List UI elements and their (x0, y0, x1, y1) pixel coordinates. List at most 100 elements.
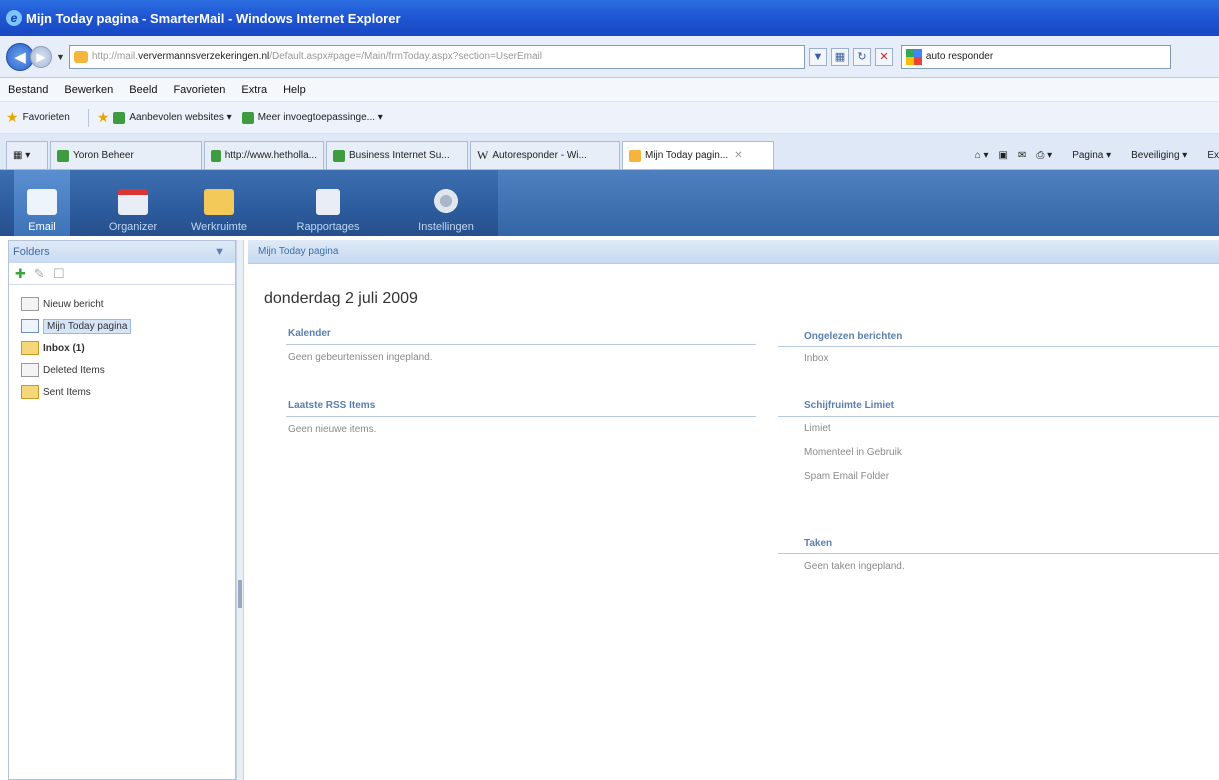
tab-autoresponder[interactable]: W Autoresponder - Wi... (470, 141, 620, 169)
inbox-icon (21, 341, 39, 355)
menu-bewerken[interactable]: Bewerken (64, 84, 113, 96)
mail-icon[interactable]: ✉ (1018, 150, 1026, 161)
splitter-grip[interactable] (238, 580, 242, 608)
kalender-row: Geen gebeurtenissen ingepland. (288, 352, 433, 363)
folder-inbox[interactable]: Inbox (1) (9, 337, 235, 359)
fav-aanbevolen-websites[interactable]: Aanbevolen websites ▾ (113, 111, 232, 124)
ie-page-icon (113, 111, 126, 124)
rss-row: Geen nieuwe items. (288, 424, 377, 435)
google-search-icon (905, 48, 922, 65)
folders-header: Folders ▼ (9, 241, 235, 263)
main-header: Mijn Today pagina (248, 240, 1219, 264)
tab-business-internet[interactable]: Business Internet Su... (326, 141, 468, 169)
security-menu[interactable]: Beveiliging ▾ (1121, 150, 1187, 161)
add-favorite-icon[interactable]: ★ (97, 109, 110, 126)
site-favicon-icon (73, 50, 88, 63)
tab-hetholla[interactable]: http://www.hetholla... (204, 141, 324, 169)
history-dropdown-icon[interactable]: ▼ (56, 52, 65, 62)
nav-werkruimte-label: Werkruimte (190, 221, 248, 233)
fav-meer-invoegtoepassingen[interactable]: Meer invoegtoepassinge... ▾ (241, 111, 383, 124)
nav-email[interactable]: Email (14, 170, 70, 236)
home-icon[interactable]: ⌂ ▾ (975, 150, 989, 161)
window-titlebar: e Mijn Today pagina - SmarterMail - Wind… (0, 0, 1219, 36)
section-divider (778, 553, 1219, 554)
page-menu-label: Pagina (1072, 149, 1104, 161)
page-menu[interactable]: Pagina ▾ (1062, 150, 1111, 161)
folders-panel: Folders ▼ ✚ ✎ ☐ Nieuw bericht Mijn Today… (8, 240, 236, 780)
envelope-icon (27, 189, 57, 215)
print-icon[interactable]: ⎙ ▾ (1036, 150, 1052, 161)
fav-meer-label: Meer invoegtoepassinge... (257, 112, 375, 123)
section-ongelezen-title: Ongelezen berichten (804, 331, 903, 342)
calendar-icon (118, 189, 148, 215)
search-input[interactable]: auto responder (900, 44, 1171, 69)
taken-row: Geen taken ingepland. (804, 561, 905, 572)
section-taken-title: Taken (804, 538, 833, 549)
ie-page-icon (241, 111, 254, 124)
folder-icon (204, 189, 234, 215)
folder-label: Nieuw bericht (43, 298, 104, 310)
refresh-button[interactable]: ↻ (852, 47, 871, 66)
nav-instellingen[interactable]: Instellingen (404, 170, 488, 236)
nav-organizer-label: Organizer (108, 221, 158, 233)
feeds-icon[interactable]: ▣ (999, 150, 1008, 161)
menu-bestand[interactable]: Bestand (8, 84, 48, 96)
folder-deleted-items[interactable]: Deleted Items (9, 359, 235, 381)
section-rss-title: Laatste RSS Items (288, 400, 376, 411)
ongelezen-inbox-link[interactable]: Inbox (804, 353, 828, 364)
app-navigation: Email Organizer Werkruimte Rapportages I… (0, 170, 1219, 236)
folder-nieuw-bericht[interactable]: Nieuw bericht (9, 293, 235, 315)
quick-tabs-button[interactable]: ▦ ▾ (6, 141, 48, 169)
tab-label: Mijn Today pagin... (645, 150, 729, 161)
search-value: auto responder (925, 51, 994, 62)
extra-menu[interactable]: Ex (1197, 150, 1219, 161)
forward-button[interactable]: ▶ (30, 45, 52, 68)
menu-favorieten[interactable]: Favorieten (173, 84, 225, 96)
menu-extra[interactable]: Extra (241, 84, 267, 96)
panel-splitter[interactable] (236, 240, 244, 780)
nav-email-label: Email (28, 221, 56, 233)
ie-page-icon (211, 149, 221, 162)
section-kalender-title: Kalender (288, 328, 331, 339)
folder-tree: Nieuw bericht Mijn Today pagina Inbox (1… (9, 285, 235, 403)
delete-icon[interactable]: ☐ (53, 266, 65, 282)
tab-label: Yoron Beheer (73, 150, 134, 161)
command-bar: ⌂ ▾ ▣ ✉ ⎙ ▾ Pagina ▾ Beveiliging ▾ Ex (965, 141, 1219, 169)
ie-page-icon (57, 149, 69, 162)
today-date: donderdag 2 juli 2009 (264, 290, 418, 307)
nav-rapportages[interactable]: Rapportages (286, 170, 370, 236)
tab-label: Autoresponder - Wi... (492, 150, 587, 161)
tab-row: ▦ ▾ Yoron Beheer http://www.hetholla... … (0, 134, 1219, 170)
collapse-icon[interactable]: ▼ (214, 246, 225, 258)
today-page: Mijn Today pagina donderdag 2 juli 2009 … (248, 240, 1219, 780)
nav-werkruimte[interactable]: Werkruimte (182, 170, 256, 236)
folder-sent-items[interactable]: Sent Items (9, 381, 235, 403)
nav-organizer[interactable]: Organizer (98, 170, 168, 236)
sent-folder-icon (21, 385, 39, 399)
fav-aanbevolen-label: Aanbevolen websites (129, 112, 224, 123)
tab-mijn-today[interactable]: Mijn Today pagin... ✕ (622, 141, 774, 169)
compatibility-button[interactable]: ▦ (830, 47, 849, 66)
ie-page-icon (333, 149, 345, 162)
favorites-bar: ★ Favorieten ★ Aanbevolen websites ▾ Mee… (0, 102, 1219, 134)
add-folder-icon[interactable]: ✚ (15, 266, 26, 282)
nav-instellingen-label: Instellingen (418, 221, 474, 233)
stop-button[interactable]: ✕ (874, 47, 893, 66)
tab-label: Business Internet Su... (349, 150, 450, 161)
schijf-limiet: Limiet (804, 423, 831, 434)
address-bar[interactable]: http://mail. ververmannsverzekeringen.nl… (68, 44, 805, 69)
folders-title: Folders (13, 246, 50, 258)
address-dropdown-button[interactable]: ▼ (808, 47, 827, 66)
folder-mijn-today[interactable]: Mijn Today pagina (9, 315, 235, 337)
edit-icon[interactable]: ✎ (34, 266, 45, 282)
trash-icon (21, 363, 39, 377)
section-divider (286, 416, 756, 417)
menu-beeld[interactable]: Beeld (129, 84, 157, 96)
close-tab-icon[interactable]: ✕ (734, 150, 742, 161)
url-rest: /Default.aspx#page=/Main/frmToday.aspx?s… (269, 51, 542, 62)
favorites-button[interactable]: Favorieten (23, 112, 70, 123)
extra-menu-label: Ex (1207, 149, 1219, 161)
tab-yoron-beheer[interactable]: Yoron Beheer (50, 141, 202, 169)
menu-help[interactable]: Help (283, 84, 306, 96)
favorites-separator (87, 108, 89, 127)
